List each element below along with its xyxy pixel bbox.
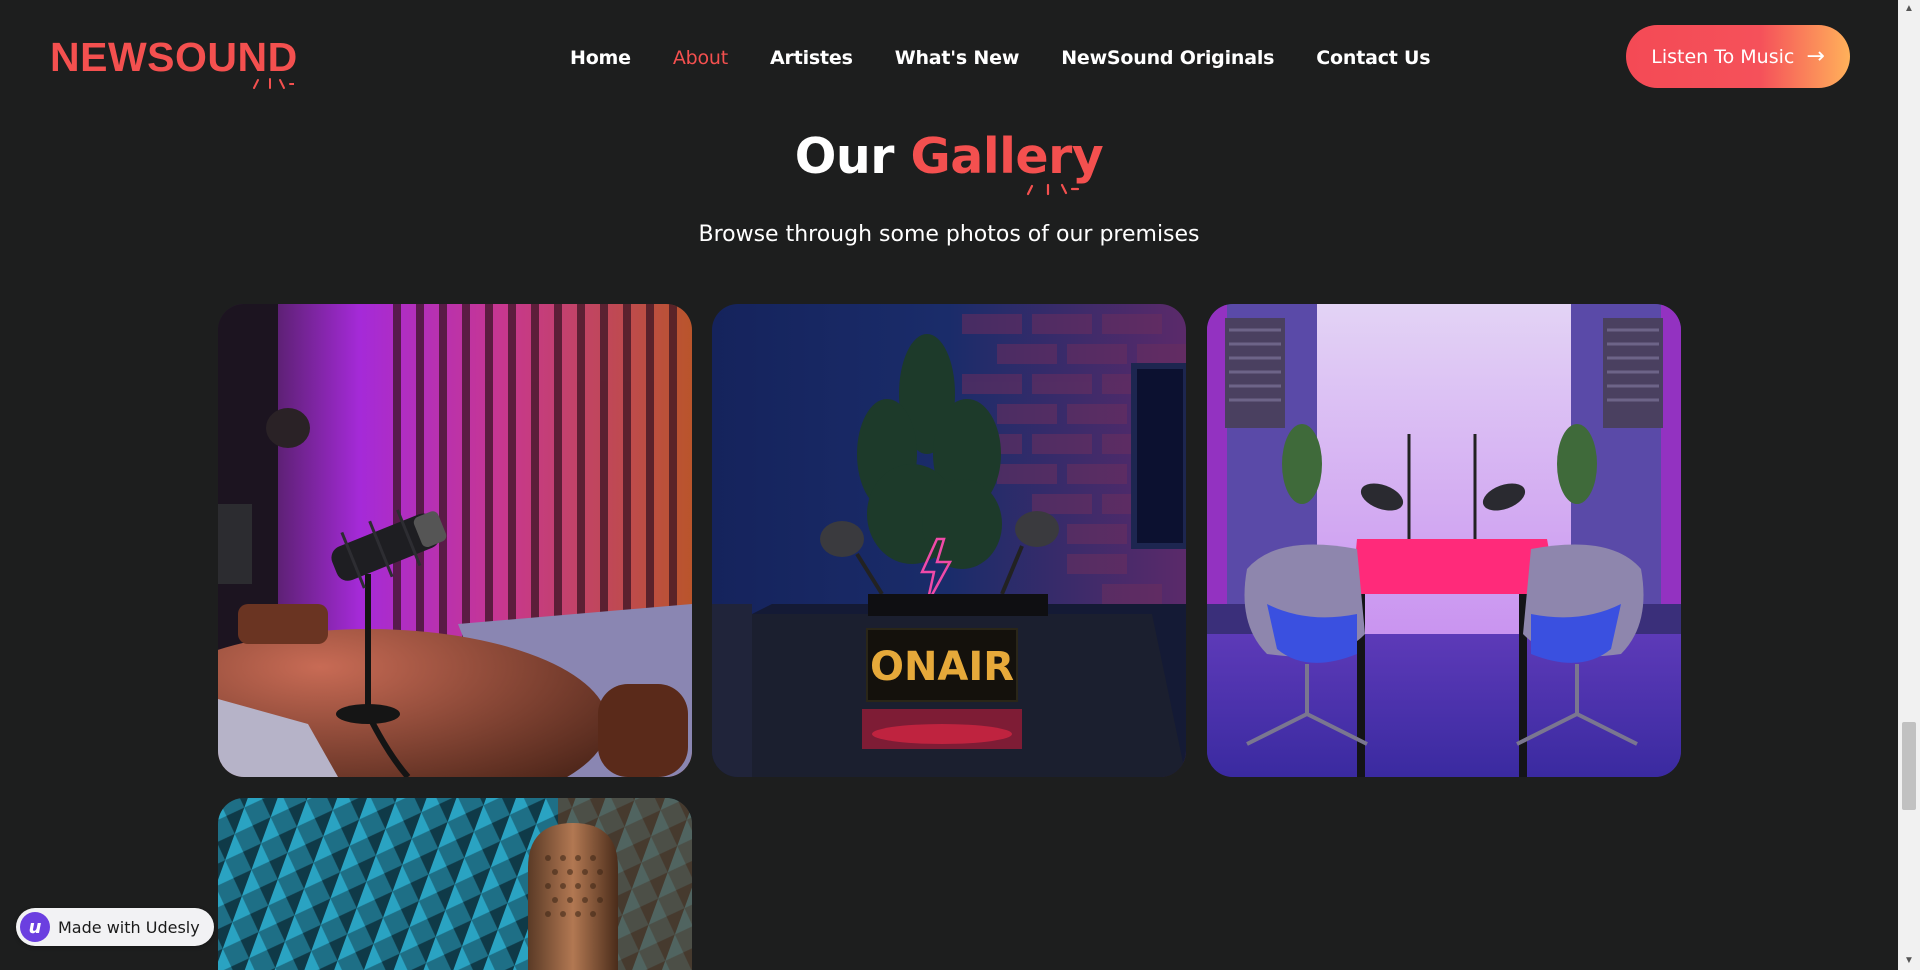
made-with-udesly-badge[interactable]: u Made with Udesly	[16, 908, 214, 946]
nav-whats-new[interactable]: What's New	[895, 44, 1020, 72]
nav-home[interactable]: Home	[570, 44, 631, 72]
nav-about[interactable]: About	[673, 44, 728, 72]
site-header: NEWSOUND Home About Artistes What's New …	[0, 0, 1898, 112]
listen-to-music-label: Listen To Music	[1651, 45, 1795, 68]
gallery-title-accent: Gallery	[910, 128, 1104, 185]
gallery-photo-1[interactable]	[218, 304, 692, 777]
gallery-photo-3[interactable]	[1207, 304, 1681, 777]
logo-spark-icon	[253, 78, 294, 89]
gallery-title-plain: Our	[794, 128, 895, 185]
page-scrollbar[interactable]: ▲ ▼	[1898, 0, 1920, 970]
main-nav: Home About Artistes What's New NewSound …	[570, 44, 1431, 72]
gallery-photo-2[interactable]: ONAIR	[712, 304, 1186, 777]
gallery-photo-4[interactable]	[218, 798, 692, 970]
nav-newsound-originals[interactable]: NewSound Originals	[1061, 44, 1274, 72]
listen-to-music-button[interactable]: Listen To Music →	[1626, 25, 1850, 88]
nav-contact-us[interactable]: Contact Us	[1316, 44, 1430, 72]
studio-microphone-photo	[218, 304, 692, 777]
gallery-subtitle: Browse through some photos of our premis…	[698, 222, 1200, 247]
scroll-up-icon[interactable]: ▲	[1898, 0, 1920, 18]
microphone-closeup-photo	[218, 798, 692, 970]
title-spark-icon	[1026, 183, 1080, 196]
scroll-down-icon[interactable]: ▼	[1898, 952, 1920, 970]
nav-artistes[interactable]: Artistes	[770, 44, 853, 72]
on-air-sign-text: ONAIR	[870, 644, 1014, 690]
scroll-thumb[interactable]	[1902, 722, 1916, 810]
podcast-chairs-photo	[1207, 304, 1681, 777]
on-air-studio-photo: ONAIR	[712, 304, 1186, 777]
badge-label: Made with Udesly	[58, 917, 200, 937]
gallery-title: Our Gallery	[0, 126, 1898, 188]
udesly-logo-icon: u	[20, 912, 50, 942]
arrow-right-icon: →	[1806, 43, 1825, 69]
